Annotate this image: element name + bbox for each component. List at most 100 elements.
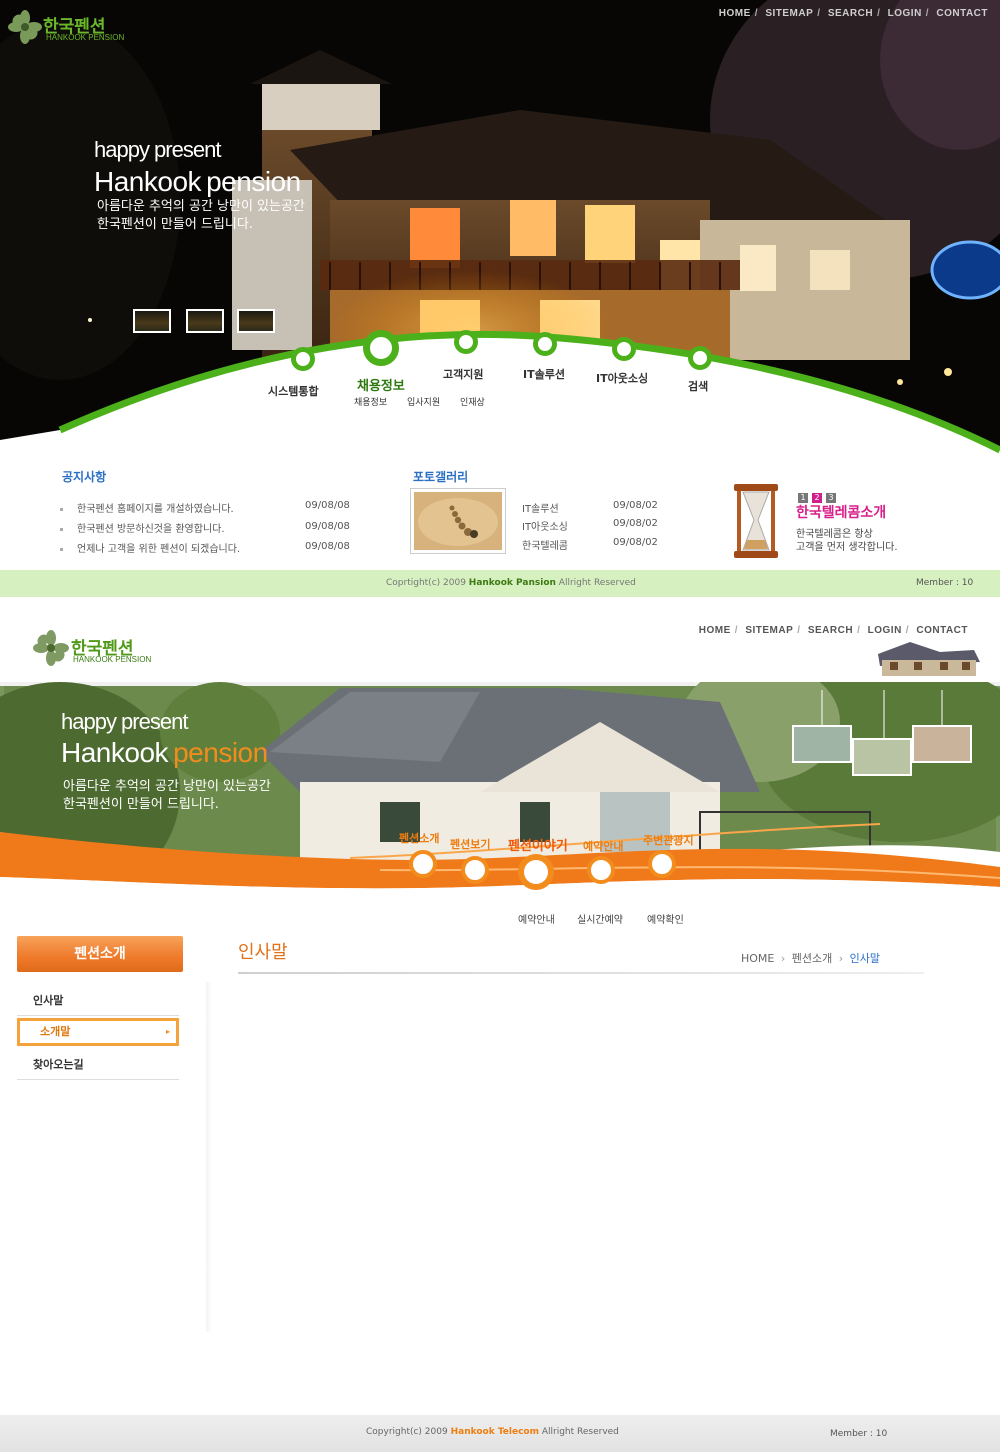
- menu-item-4[interactable]: IT솔루션: [523, 366, 565, 382]
- nav-contact[interactable]: CONTACT: [916, 625, 968, 636]
- hero-line-2: 한국펜션이 만들어 드립니다.: [63, 797, 219, 812]
- menu-node-3[interactable]: [518, 854, 554, 890]
- notice-title: 공지사항: [62, 470, 107, 484]
- gallery-photo[interactable]: [410, 488, 506, 554]
- menu-node-4[interactable]: [587, 856, 615, 884]
- member-count: Member : 10: [916, 578, 974, 588]
- page-title: 인사말: [238, 942, 288, 963]
- menu-node-1[interactable]: [291, 347, 315, 371]
- submenu-item-3[interactable]: 예약확인: [647, 911, 684, 926]
- copyright-brand: Hankook Pansion: [468, 578, 556, 588]
- sand-shell-image: [414, 492, 502, 550]
- gallery-date-2: 09/08/02: [613, 518, 658, 529]
- copyright-prefix: Coprtight(c) 2009: [386, 578, 466, 588]
- title-underline: [238, 972, 924, 974]
- menu-node-5[interactable]: [648, 850, 676, 878]
- nav-login[interactable]: LOGIN: [868, 625, 902, 636]
- hero-title-part2: pension: [173, 737, 268, 768]
- flower-logo-icon: [33, 630, 69, 666]
- hero-banner: 한국펜션 HANKOOK PENSION HOME / SITEMAP / SEAR…: [0, 0, 1000, 460]
- promo-line-2: 고객을 먼저 생각합니다.: [796, 542, 898, 553]
- breadcrumb: HOME › 펜션소개 › 인사말: [741, 950, 880, 966]
- breadcrumb-current: 인사말: [849, 952, 881, 965]
- member-count: Member : 10: [830, 1429, 888, 1439]
- notice-text: 언제나 고객을 위한 펜션이 되겠습니다.: [77, 544, 241, 555]
- logo-subtitle: HANKOOK PENSION: [73, 655, 152, 664]
- hero-banner: happy present Hankook pension 아름다운 추억의 공…: [0, 682, 1000, 902]
- top-nav: HOME / SITEMAP / SEARCH / LOGIN / CONTACT: [698, 625, 968, 636]
- sidebar-title-button[interactable]: 펜션소개: [17, 936, 183, 972]
- nav-home[interactable]: HOME: [699, 625, 731, 636]
- sidebar-item-directions[interactable]: 찾아오는길: [17, 1050, 179, 1080]
- notice-text: 한국펜션 홈페이지를 개설하였습니다.: [77, 504, 234, 515]
- submenu-item-1[interactable]: 채용정보: [354, 395, 387, 408]
- chevron-right-icon: ›: [838, 952, 844, 965]
- copyright-prefix: Copyright(c) 2009: [366, 1427, 448, 1437]
- menu-node-5[interactable]: [612, 337, 636, 361]
- bullet-icon: [60, 507, 63, 511]
- menu-node-4[interactable]: [533, 332, 557, 356]
- submenu-item-2[interactable]: 실시간예약: [577, 911, 623, 926]
- submenu-item-1[interactable]: 예약안내: [518, 911, 555, 926]
- notice-text: 한국펜션 방문하신것을 환영합니다.: [77, 524, 225, 535]
- menu-item-2[interactable]: 채용정보: [357, 375, 405, 394]
- gallery-title: 포토갤러리: [413, 470, 469, 484]
- sidebar-item-label: 소개말: [40, 1025, 71, 1038]
- menu-node-6[interactable]: [688, 346, 712, 370]
- submenu-item-2[interactable]: 입사지원: [407, 395, 440, 408]
- arrow-right-icon: ▸: [165, 1027, 170, 1036]
- menu-item-6[interactable]: 검색: [688, 378, 708, 394]
- green-template-page: 한국펜션 HANKOOK PENSION HOME / SITEMAP / SEAR…: [0, 0, 1000, 600]
- sidebar-item-greeting[interactable]: 인사말: [17, 986, 179, 1016]
- breadcrumb-section[interactable]: 펜션소개: [792, 952, 832, 965]
- menu-item-3[interactable]: 펜션이야기: [508, 835, 568, 854]
- notice-row-3[interactable]: 언제나 고객을 위한 펜션이 되겠습니다.: [60, 540, 240, 555]
- notice-date-2: 09/08/08: [305, 521, 350, 532]
- sidebar-item-intro[interactable]: 소개말 ▸: [17, 1018, 179, 1046]
- nav-sitemap[interactable]: SITEMAP: [745, 625, 793, 636]
- menu-node-2[interactable]: [461, 856, 489, 884]
- menu-item-3[interactable]: 고객지원: [443, 366, 483, 382]
- nav-search[interactable]: SEARCH: [808, 625, 853, 636]
- copyright-suffix: Allright Reserved: [558, 578, 636, 588]
- hero-title-part1: Hankook: [61, 737, 169, 768]
- footer: Coprtight(c) 2009 Hankook Pansion Allrig…: [0, 570, 1000, 597]
- gallery-row-3[interactable]: 한국텔레콤: [522, 537, 568, 552]
- menu-item-1[interactable]: 시스템통합: [268, 383, 319, 399]
- menu-node-1[interactable]: [409, 850, 437, 878]
- menu-node-2[interactable]: [363, 330, 399, 366]
- submenu-item-3[interactable]: 인재상: [460, 395, 485, 408]
- green-arc-decoration: [0, 330, 1000, 460]
- menu-item-5[interactable]: IT아웃소싱: [596, 370, 648, 386]
- breadcrumb-home[interactable]: HOME: [741, 952, 774, 965]
- menu-item-1[interactable]: 펜션소개: [399, 830, 439, 846]
- sidebar-divider: [206, 982, 212, 1332]
- gallery-date-1: 09/08/02: [613, 500, 658, 511]
- notice-row-2[interactable]: 한국펜션 방문하신것을 환영합니다.: [60, 520, 225, 535]
- menu-item-4[interactable]: 예약안내: [583, 838, 623, 854]
- copyright-brand: Hankook Telecom: [450, 1427, 539, 1437]
- bullet-icon: [60, 527, 63, 531]
- hero-tagline: happy present: [61, 709, 188, 734]
- hourglass-icon: [734, 484, 778, 558]
- notice-date-1: 09/08/08: [305, 500, 350, 511]
- gallery-row-2[interactable]: IT아웃소싱: [522, 518, 568, 533]
- menu-item-5[interactable]: 주변관광지: [643, 832, 694, 848]
- orange-template-page: 한국펜션 HANKOOK PENSION HOME / SITEMAP / SEAR…: [0, 600, 1000, 1452]
- hero-title: Hankook pension: [61, 737, 268, 769]
- notice-row-1[interactable]: 한국펜션 홈페이지를 개설하였습니다.: [60, 500, 234, 515]
- footer: Copyright(c) 2009 Hankook Telecom Allrig…: [0, 1415, 1000, 1452]
- copyright-suffix: Allright Reserved: [541, 1427, 619, 1437]
- menu-node-3[interactable]: [454, 330, 478, 354]
- gallery-date-3: 09/08/02: [613, 537, 658, 548]
- promo-title[interactable]: 한국텔레콤소개: [796, 502, 886, 522]
- notice-date-3: 09/08/08: [305, 541, 350, 552]
- copyright: Copyright(c) 2009 Hankook Telecom Allrig…: [366, 1427, 619, 1437]
- small-house-image: [878, 642, 980, 676]
- bullet-icon: [60, 547, 63, 551]
- chevron-right-icon: ›: [780, 952, 786, 965]
- gallery-row-1[interactable]: IT솔루션: [522, 500, 559, 515]
- copyright: Coprtight(c) 2009 Hankook Pansion Allrig…: [386, 578, 636, 588]
- hero-line-1: 아름다운 추억의 공간 낭만이 있는공간: [63, 779, 271, 794]
- menu-item-2[interactable]: 펜션보기: [450, 836, 490, 852]
